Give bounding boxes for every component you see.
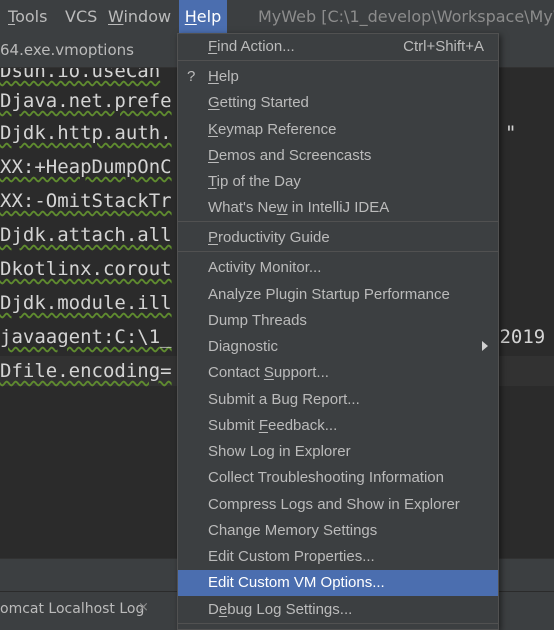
menu-item-productivity-guide[interactable]: Productivity Guide bbox=[178, 225, 498, 251]
menu-vcs[interactable]: VCS bbox=[65, 0, 97, 33]
menu-item-submit-bug-report[interactable]: Submit a Bug Report... bbox=[178, 387, 498, 413]
menu-window[interactable]: Window bbox=[108, 0, 171, 33]
code-fragment-quote: " bbox=[505, 122, 517, 144]
menu-item-diagnostic[interactable]: Diagnostic bbox=[178, 334, 498, 360]
code-text: Djdk.module.ill bbox=[0, 292, 172, 314]
close-icon[interactable]: × bbox=[138, 601, 150, 614]
code-line: Djdk.attach.all bbox=[0, 220, 172, 250]
menu-separator bbox=[178, 221, 498, 222]
menu-item-label: Demos and Screencasts bbox=[208, 147, 372, 164]
code-text: Djdk.http.auth. bbox=[0, 122, 172, 144]
menu-item-label: Contact Support... bbox=[208, 364, 329, 381]
menu-item-find-action[interactable]: Find Action... Ctrl+Shift+A bbox=[178, 34, 498, 60]
menu-item-compress-logs[interactable]: Compress Logs and Show in Explorer bbox=[178, 492, 498, 518]
menu-item-label: Show Log in Explorer bbox=[208, 443, 351, 460]
code-line: XX:+HeapDumpOnC bbox=[0, 152, 172, 182]
code-text: Djava.net.prefe bbox=[0, 90, 172, 112]
menu-item-label: Collect Troubleshooting Information bbox=[208, 469, 444, 486]
menu-separator bbox=[178, 623, 498, 624]
menu-item-label: Keymap Reference bbox=[208, 121, 337, 138]
help-menu-dropdown: Find Action... Ctrl+Shift+A? Help Getting S… bbox=[177, 33, 499, 630]
code-text: XX:+HeapDumpOnC bbox=[0, 156, 172, 178]
menu-item-activity-monitor[interactable]: Activity Monitor... bbox=[178, 255, 498, 281]
code-line: Dkotlinx.corout bbox=[0, 254, 172, 284]
code-text: Dsun.io.useCan bbox=[0, 68, 161, 82]
code-line: Djdk.http.auth. bbox=[0, 118, 172, 148]
menu-item-edit-custom-properties[interactable]: Edit Custom Properties... bbox=[178, 544, 498, 570]
menu-item-change-memory-settings[interactable]: Change Memory Settings bbox=[178, 518, 498, 544]
menu-item-label: Getting Started bbox=[208, 94, 309, 111]
menu-item-label: Debug Log Settings... bbox=[208, 601, 353, 618]
code-text: Dfile.encoding= bbox=[0, 360, 172, 382]
menu-bar: Tools VCS Window Help MyWeb [C:\1_develo… bbox=[0, 0, 554, 33]
menu-item-label: Submit Feedback... bbox=[208, 417, 338, 434]
menu-item-label: Dump Threads bbox=[208, 312, 307, 329]
code-text: XX:-OmitStackTr bbox=[0, 190, 172, 212]
code-text: javaagent:C:\1_ bbox=[0, 326, 172, 348]
menu-item-label: Tip of the Day bbox=[208, 173, 301, 190]
code-line: XX:-OmitStackTr bbox=[0, 186, 172, 216]
menu-item-getting-started[interactable]: Getting Started bbox=[178, 90, 498, 116]
tab-tomcat-localhost-log[interactable]: omcat Localhost Log bbox=[0, 592, 144, 626]
menu-item-label: What's New in IntelliJ IDEA bbox=[208, 199, 390, 216]
menu-item-submit-feedback[interactable]: Submit Feedback... bbox=[178, 413, 498, 439]
code-text: Djdk.attach.all bbox=[0, 224, 172, 246]
menu-item-tip-of-the-day[interactable]: Tip of the Day bbox=[178, 169, 498, 195]
menu-item-edit-custom-vm-options[interactable]: Edit Custom VM Options... bbox=[178, 570, 498, 596]
window-title: MyWeb [C:\1_develop\Workspace\MyWe bbox=[258, 7, 554, 26]
menu-item-debug-log-settings[interactable]: Debug Log Settings... bbox=[178, 597, 498, 623]
menu-item-label: Diagnostic bbox=[208, 338, 279, 355]
menu-item-show-log-in-explorer[interactable]: Show Log in Explorer bbox=[178, 439, 498, 465]
question-mark-icon: ? bbox=[187, 68, 196, 85]
menu-item-label: Change Memory Settings bbox=[208, 522, 378, 539]
menu-item-label: Find Action... bbox=[208, 38, 295, 55]
menu-separator bbox=[178, 60, 498, 61]
menu-item-label: Help bbox=[208, 68, 239, 85]
code-line: Dsun.io.useCan bbox=[0, 68, 160, 86]
menu-item-label: Edit Custom VM Options... bbox=[208, 574, 385, 591]
menu-separator bbox=[178, 251, 498, 252]
code-text: Dkotlinx.corout bbox=[0, 258, 172, 280]
menu-item-whats-new[interactable]: What's New in IntelliJ IDEA bbox=[178, 195, 498, 221]
menu-item-dump-threads[interactable]: Dump Threads bbox=[178, 308, 498, 334]
menu-item-label: Edit Custom Properties... bbox=[208, 548, 375, 565]
menu-item-keymap-reference[interactable]: Keymap Reference bbox=[178, 117, 498, 143]
menu-item-label: Productivity Guide bbox=[208, 229, 330, 246]
menu-item-demos-and-screencasts[interactable]: Demos and Screencasts bbox=[178, 143, 498, 169]
code-line: Djdk.module.ill bbox=[0, 288, 172, 318]
menu-item-label: Analyze Plugin Startup Performance bbox=[208, 286, 450, 303]
menu-item-collect-troubleshooting[interactable]: Collect Troubleshooting Information bbox=[178, 465, 498, 491]
menu-item-label: Activity Monitor... bbox=[208, 259, 322, 276]
submenu-arrow-icon bbox=[482, 341, 488, 351]
menu-item-analyze-plugin-startup[interactable]: Analyze Plugin Startup Performance bbox=[178, 282, 498, 308]
menu-tools[interactable]: Tools bbox=[8, 0, 47, 33]
code-line: Djava.net.prefe bbox=[0, 86, 172, 116]
editor-tab-vmoptions[interactable]: 64.exe.vmoptions bbox=[0, 33, 134, 67]
menu-item-label: Submit a Bug Report... bbox=[208, 391, 360, 408]
menu-item-help[interactable]: ? Help bbox=[178, 64, 498, 90]
menu-item-label: Compress Logs and Show in Explorer bbox=[208, 496, 460, 513]
menu-help[interactable]: Help bbox=[179, 0, 227, 33]
menu-item-contact-support[interactable]: Contact Support... bbox=[178, 360, 498, 386]
ide-window: Tools VCS Window Help MyWeb [C:\1_develo… bbox=[0, 0, 554, 630]
shortcut-label: Ctrl+Shift+A bbox=[403, 38, 484, 55]
code-line: javaagent:C:\1_ bbox=[0, 322, 172, 352]
